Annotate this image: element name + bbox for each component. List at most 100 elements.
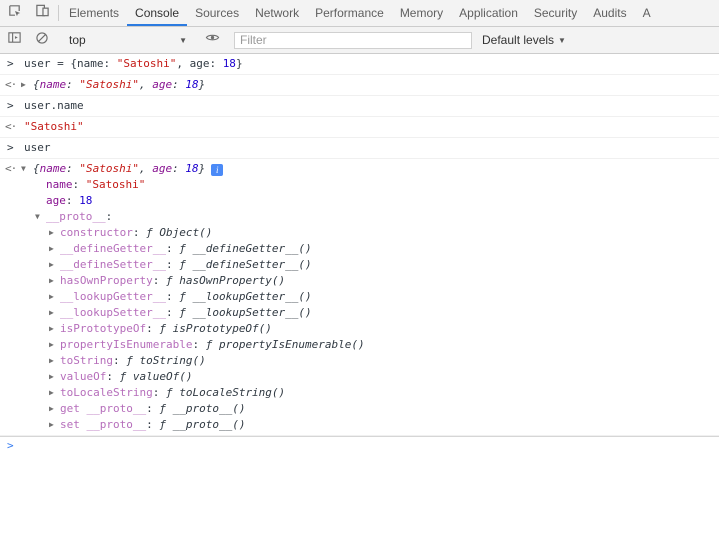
- tab-elements[interactable]: Elements: [61, 0, 127, 26]
- token-string: "Satoshi": [86, 178, 146, 191]
- token: :: [166, 258, 179, 271]
- console-entry-command: >user: [0, 138, 719, 159]
- twisty-collapsed-icon[interactable]: ▶: [49, 273, 54, 289]
- tree-row[interactable]: ▶__defineSetter__: ƒ __defineSetter__(): [0, 257, 719, 273]
- inspect-element-button[interactable]: [0, 0, 28, 26]
- tab-security[interactable]: Security: [526, 0, 585, 26]
- console-entry-result: <·▶{name: "Satoshi", age: 18}: [0, 75, 719, 96]
- tree-row[interactable]: ▶constructor: ƒ Object(): [0, 225, 719, 241]
- token: user = {name:: [24, 57, 117, 70]
- token-name-dim: __defineGetter__: [60, 242, 166, 255]
- tree-row[interactable]: ▶set __proto__: ƒ __proto__(): [0, 417, 719, 433]
- tab-sources[interactable]: Sources: [187, 0, 247, 26]
- log-levels-label: Default levels: [482, 33, 554, 47]
- token: :: [146, 322, 159, 335]
- execution-context-selector[interactable]: top ▼: [61, 33, 193, 47]
- log-levels-dropdown[interactable]: Default levels ▼: [482, 33, 566, 47]
- twisty-collapsed-icon[interactable]: ▶: [49, 225, 54, 241]
- token-name-dim: valueOf: [60, 370, 106, 383]
- token: :: [146, 402, 159, 415]
- tab-performance[interactable]: Performance: [307, 0, 392, 26]
- token: :: [192, 338, 205, 351]
- separator: [58, 5, 59, 21]
- info-icon: i: [211, 164, 223, 176]
- twisty-collapsed-icon[interactable]: ▶: [49, 257, 54, 273]
- twisty-collapsed-icon[interactable]: ▶: [49, 321, 54, 337]
- token: :: [66, 194, 79, 207]
- tree-row[interactable]: ▶isPrototypeOf: ƒ isPrototypeOf(): [0, 321, 719, 337]
- token: :: [166, 290, 179, 303]
- command-chevron-icon: >: [7, 98, 14, 114]
- result-chevron-icon: <·: [5, 119, 16, 135]
- token-name-dim: __lookupSetter__: [60, 306, 166, 319]
- token-name-dim: __lookupGetter__: [60, 290, 166, 303]
- console-input[interactable]: [24, 437, 719, 457]
- devtools-window: ElementsConsoleSourcesNetworkPerformance…: [0, 0, 719, 538]
- token-number: 18: [223, 57, 236, 70]
- tree-row[interactable]: ▶propertyIsEnumerable: ƒ propertyIsEnume…: [0, 337, 719, 353]
- eye-icon: [205, 30, 220, 50]
- twisty-collapsed-icon[interactable]: ▶: [49, 353, 54, 369]
- tab-memory[interactable]: Memory: [392, 0, 451, 26]
- live-expression-button[interactable]: [198, 30, 226, 50]
- tree-row[interactable]: ▶__lookupGetter__: ƒ __lookupGetter__(): [0, 289, 719, 305]
- chevron-down-icon: ▼: [558, 36, 566, 45]
- tree-row[interactable]: ▶toLocaleString: ƒ toLocaleString(): [0, 385, 719, 401]
- token-number: 18: [79, 194, 92, 207]
- console-result[interactable]: <·▶{name: "Satoshi", age: 18}: [0, 77, 719, 93]
- console-command: >user = {name: "Satoshi", age: 18}: [0, 56, 719, 72]
- clear-console-button[interactable]: [28, 31, 56, 50]
- twisty-collapsed-icon[interactable]: ▶: [49, 401, 54, 417]
- token: :: [106, 210, 113, 223]
- token-name: name: [40, 78, 67, 91]
- token: :: [153, 386, 166, 399]
- tree-row[interactable]: ▶__defineGetter__: ƒ __defineGetter__(): [0, 241, 719, 257]
- token-func: ƒ toString(): [126, 354, 205, 367]
- token-string: "Satoshi": [79, 162, 139, 175]
- console-sidebar-button[interactable]: [0, 30, 28, 50]
- tab-a[interactable]: A: [635, 0, 659, 26]
- console-result: <·"Satoshi": [0, 119, 719, 135]
- tree-row: name: "Satoshi": [0, 177, 719, 193]
- command-chevron-icon: >: [7, 56, 14, 72]
- twisty-collapsed-icon[interactable]: ▶: [49, 369, 54, 385]
- device-toolbar-icon: [35, 3, 50, 23]
- token-func: ƒ __defineGetter__(): [179, 242, 311, 255]
- filter-input[interactable]: [234, 32, 472, 49]
- tab-network[interactable]: Network: [247, 0, 307, 26]
- twisty-expanded-icon[interactable]: ▼: [35, 209, 40, 225]
- token-func: ƒ isPrototypeOf(): [159, 322, 272, 335]
- token: {: [33, 78, 40, 91]
- tab-audits[interactable]: Audits: [585, 0, 634, 26]
- tree-row[interactable]: ▶valueOf: ƒ valueOf(): [0, 369, 719, 385]
- token: :: [106, 370, 119, 383]
- twisty-collapsed-icon[interactable]: ▶: [49, 241, 54, 257]
- twisty-collapsed-icon[interactable]: ▶: [49, 305, 54, 321]
- tab-console[interactable]: Console: [127, 0, 187, 26]
- tab-strip: ElementsConsoleSourcesNetworkPerformance…: [61, 0, 719, 26]
- token-number: 18: [185, 162, 198, 175]
- result-chevron-icon: <·: [5, 161, 16, 177]
- token-name-dim: __proto__: [46, 210, 106, 223]
- twisty-collapsed-icon[interactable]: ▶: [49, 385, 54, 401]
- token-name: age: [152, 162, 172, 175]
- twisty-expanded-icon[interactable]: ▼: [21, 161, 26, 177]
- tree-row[interactable]: ▶hasOwnProperty: ƒ hasOwnProperty(): [0, 273, 719, 289]
- token: {: [33, 162, 40, 175]
- twisty-collapsed-icon[interactable]: ▶: [49, 337, 54, 353]
- twisty-collapsed-icon[interactable]: ▶: [49, 289, 54, 305]
- device-toolbar-button[interactable]: [28, 0, 56, 26]
- twisty-collapsed-icon[interactable]: ▶: [21, 77, 26, 93]
- tab-application[interactable]: Application: [451, 0, 526, 26]
- tree-row[interactable]: ▼ __proto__:: [0, 209, 719, 225]
- console-result[interactable]: <·▼{name: "Satoshi", age: 18}i: [0, 161, 719, 177]
- execution-context-label: top: [69, 33, 86, 47]
- token: :: [172, 162, 185, 175]
- tree-row[interactable]: ▶__lookupSetter__: ƒ __lookupSetter__(): [0, 305, 719, 321]
- twisty-collapsed-icon[interactable]: ▶: [49, 417, 54, 433]
- tree-row[interactable]: ▶toString: ƒ toString(): [0, 353, 719, 369]
- token: }: [199, 78, 206, 91]
- token-name-dim: hasOwnProperty: [60, 274, 153, 287]
- tree-row[interactable]: ▶get __proto__: ƒ __proto__(): [0, 401, 719, 417]
- token-name-dim: __defineSetter__: [60, 258, 166, 271]
